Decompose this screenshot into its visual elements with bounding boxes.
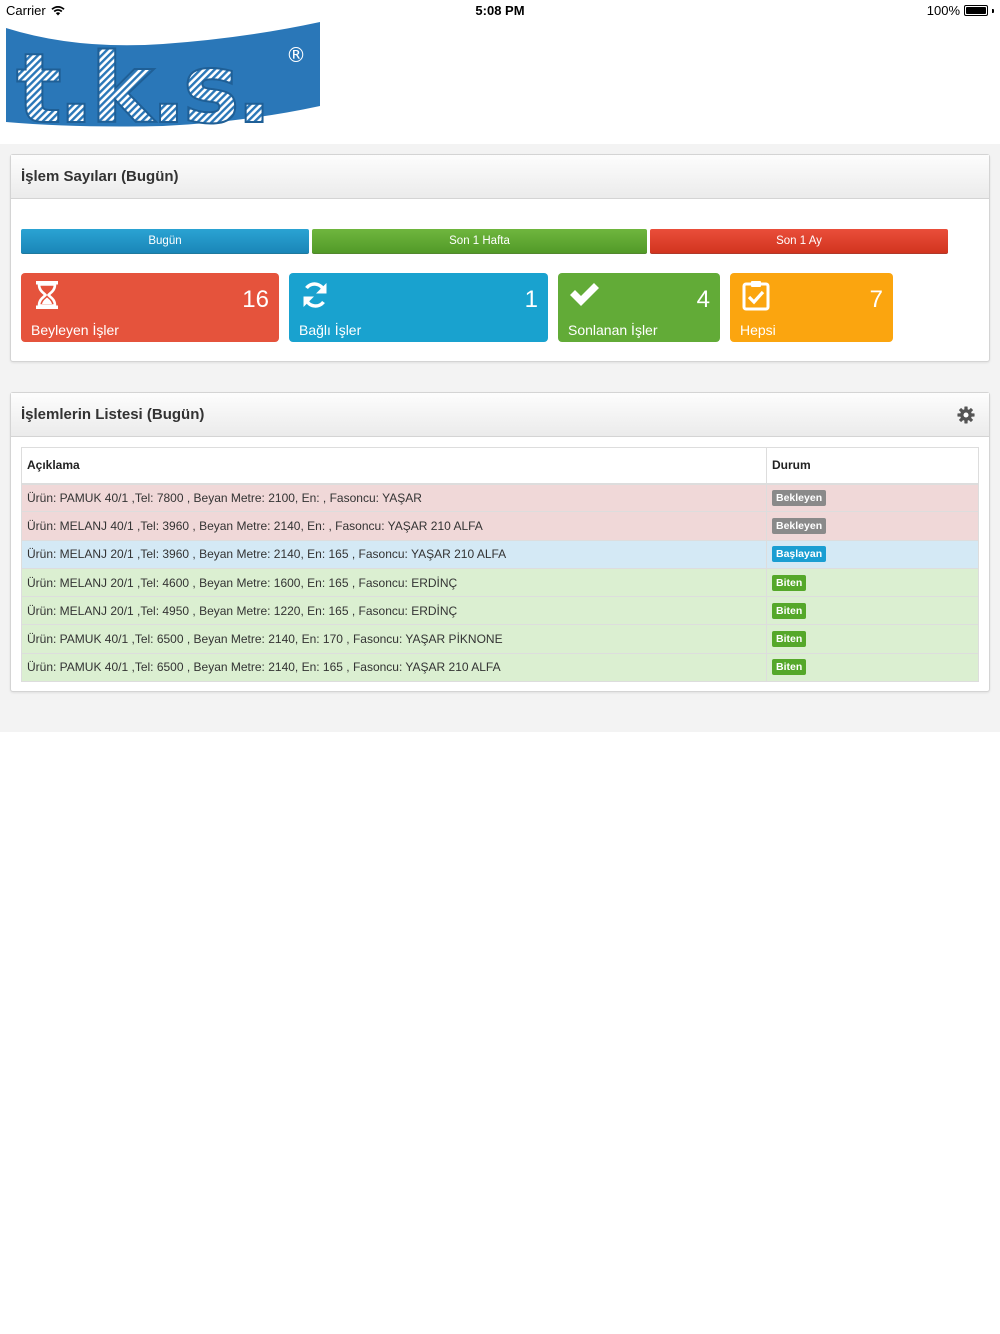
counts-panel-header: İşlem Sayıları (Bugün) xyxy=(11,155,989,199)
tile-linked-count: 1 xyxy=(524,286,538,313)
row-status-cell: Biten xyxy=(766,652,979,683)
table-row[interactable]: Ürün: PAMUK 40/1 ,Tel: 6500 , Beyan Metr… xyxy=(21,624,979,654)
status-bar: Carrier 5:08 PM 100% xyxy=(0,0,1000,22)
battery-percent: 100% xyxy=(926,3,960,18)
status-badge: Başlayan xyxy=(772,546,827,563)
status-badge: Biten xyxy=(772,659,807,676)
range-week-button[interactable]: Son 1 Hafta xyxy=(312,229,647,254)
table-header-row: Açıklama Durum xyxy=(21,447,979,485)
column-header-status[interactable]: Durum xyxy=(766,447,979,485)
status-badge: Bekleyen xyxy=(772,517,827,534)
row-description: Ürün: PAMUK 40/1 ,Tel: 6500 , Beyan Metr… xyxy=(21,652,767,683)
tile-all-label: Hepsi xyxy=(740,322,776,338)
row-status-cell: Biten xyxy=(766,567,979,598)
tile-finished-label: Sonlanan İşler xyxy=(568,322,658,338)
row-description: Ürün: PAMUK 40/1 ,Tel: 6500 , Beyan Metr… xyxy=(21,624,767,654)
hourglass-icon xyxy=(36,281,58,309)
row-status-cell: Başlayan xyxy=(766,539,979,569)
checkmark-icon xyxy=(570,283,599,306)
counts-panel-title: İşlem Sayıları (Bugün) xyxy=(21,168,179,185)
row-status-cell: Bekleyen xyxy=(766,511,979,541)
logo-text: t.k.s. xyxy=(16,33,268,130)
range-today-button[interactable]: Bugün xyxy=(21,229,309,254)
refresh-icon xyxy=(303,282,327,308)
table-row[interactable]: Ürün: PAMUK 40/1 ,Tel: 6500 , Beyan Metr… xyxy=(21,652,979,683)
tile-waiting[interactable]: 16 Beyleyen İşler xyxy=(21,273,279,342)
list-panel-title: İşlemlerin Listesi (Bugün) xyxy=(21,406,205,423)
list-panel-header: İşlemlerin Listesi (Bugün) xyxy=(11,393,989,437)
row-status-cell: Bekleyen xyxy=(766,482,979,513)
tile-finished-count: 4 xyxy=(696,286,710,313)
tile-linked-label: Bağlı İşler xyxy=(299,322,362,338)
tile-all[interactable]: 7 Hepsi xyxy=(730,273,893,342)
status-badge: Biten xyxy=(772,631,807,648)
row-status-cell: Biten xyxy=(766,596,979,626)
range-month-button[interactable]: Son 1 Ay xyxy=(650,229,948,254)
tile-waiting-count: 16 xyxy=(242,286,269,313)
tile-finished[interactable]: 4 Sonlanan İşler xyxy=(558,273,720,342)
battery-info: 100% xyxy=(927,3,994,18)
clipboard-check-icon xyxy=(742,281,770,311)
registered-mark: ® xyxy=(286,43,306,67)
status-badge: Biten xyxy=(772,574,807,591)
row-status-cell: Biten xyxy=(766,624,979,654)
tks-logo: t.k.s. ® xyxy=(6,22,320,130)
table-row[interactable]: Ürün: MELANJ 20/1 ,Tel: 4950 , Beyan Met… xyxy=(21,596,979,626)
table-row[interactable]: Ürün: MELANJ 40/1 ,Tel: 3960 , Beyan Met… xyxy=(21,511,979,541)
gear-icon[interactable] xyxy=(957,405,975,424)
table-row[interactable]: Ürün: MELANJ 20/1 ,Tel: 3960 , Beyan Met… xyxy=(21,539,979,569)
column-header-description[interactable]: Açıklama xyxy=(21,447,767,485)
jobs-table: Açıklama Durum Ürün: PAMUK 40/1 ,Tel: 78… xyxy=(21,447,979,683)
list-panel: İşlemlerin Listesi (Bugün) Açıklama Duru… xyxy=(10,392,990,692)
row-description: Ürün: PAMUK 40/1 ,Tel: 7800 , Beyan Metr… xyxy=(21,482,767,513)
table-row[interactable]: Ürün: PAMUK 40/1 ,Tel: 7800 , Beyan Metr… xyxy=(21,482,979,513)
row-description: Ürün: MELANJ 40/1 ,Tel: 3960 , Beyan Met… xyxy=(21,511,767,541)
counts-panel: İşlem Sayıları (Bugün) Bugün Son 1 Hafta… xyxy=(10,154,990,362)
clock: 5:08 PM xyxy=(475,3,525,18)
table-row[interactable]: Ürün: MELANJ 20/1 ,Tel: 4600 , Beyan Met… xyxy=(21,567,979,598)
row-description: Ürün: MELANJ 20/1 ,Tel: 3960 , Beyan Met… xyxy=(21,539,767,569)
status-badge: Biten xyxy=(772,602,807,619)
tile-all-count: 7 xyxy=(869,286,883,313)
tile-waiting-label: Beyleyen İşler xyxy=(31,322,119,338)
row-description: Ürün: MELANJ 20/1 ,Tel: 4950 , Beyan Met… xyxy=(21,596,767,626)
row-description: Ürün: MELANJ 20/1 ,Tel: 4600 , Beyan Met… xyxy=(21,567,767,598)
content-area: İşlem Sayıları (Bugün) Bugün Son 1 Hafta… xyxy=(0,144,1000,732)
status-badge: Bekleyen xyxy=(772,489,827,506)
tile-linked[interactable]: 1 Bağlı İşler xyxy=(289,273,548,342)
battery-icon xyxy=(964,5,988,16)
